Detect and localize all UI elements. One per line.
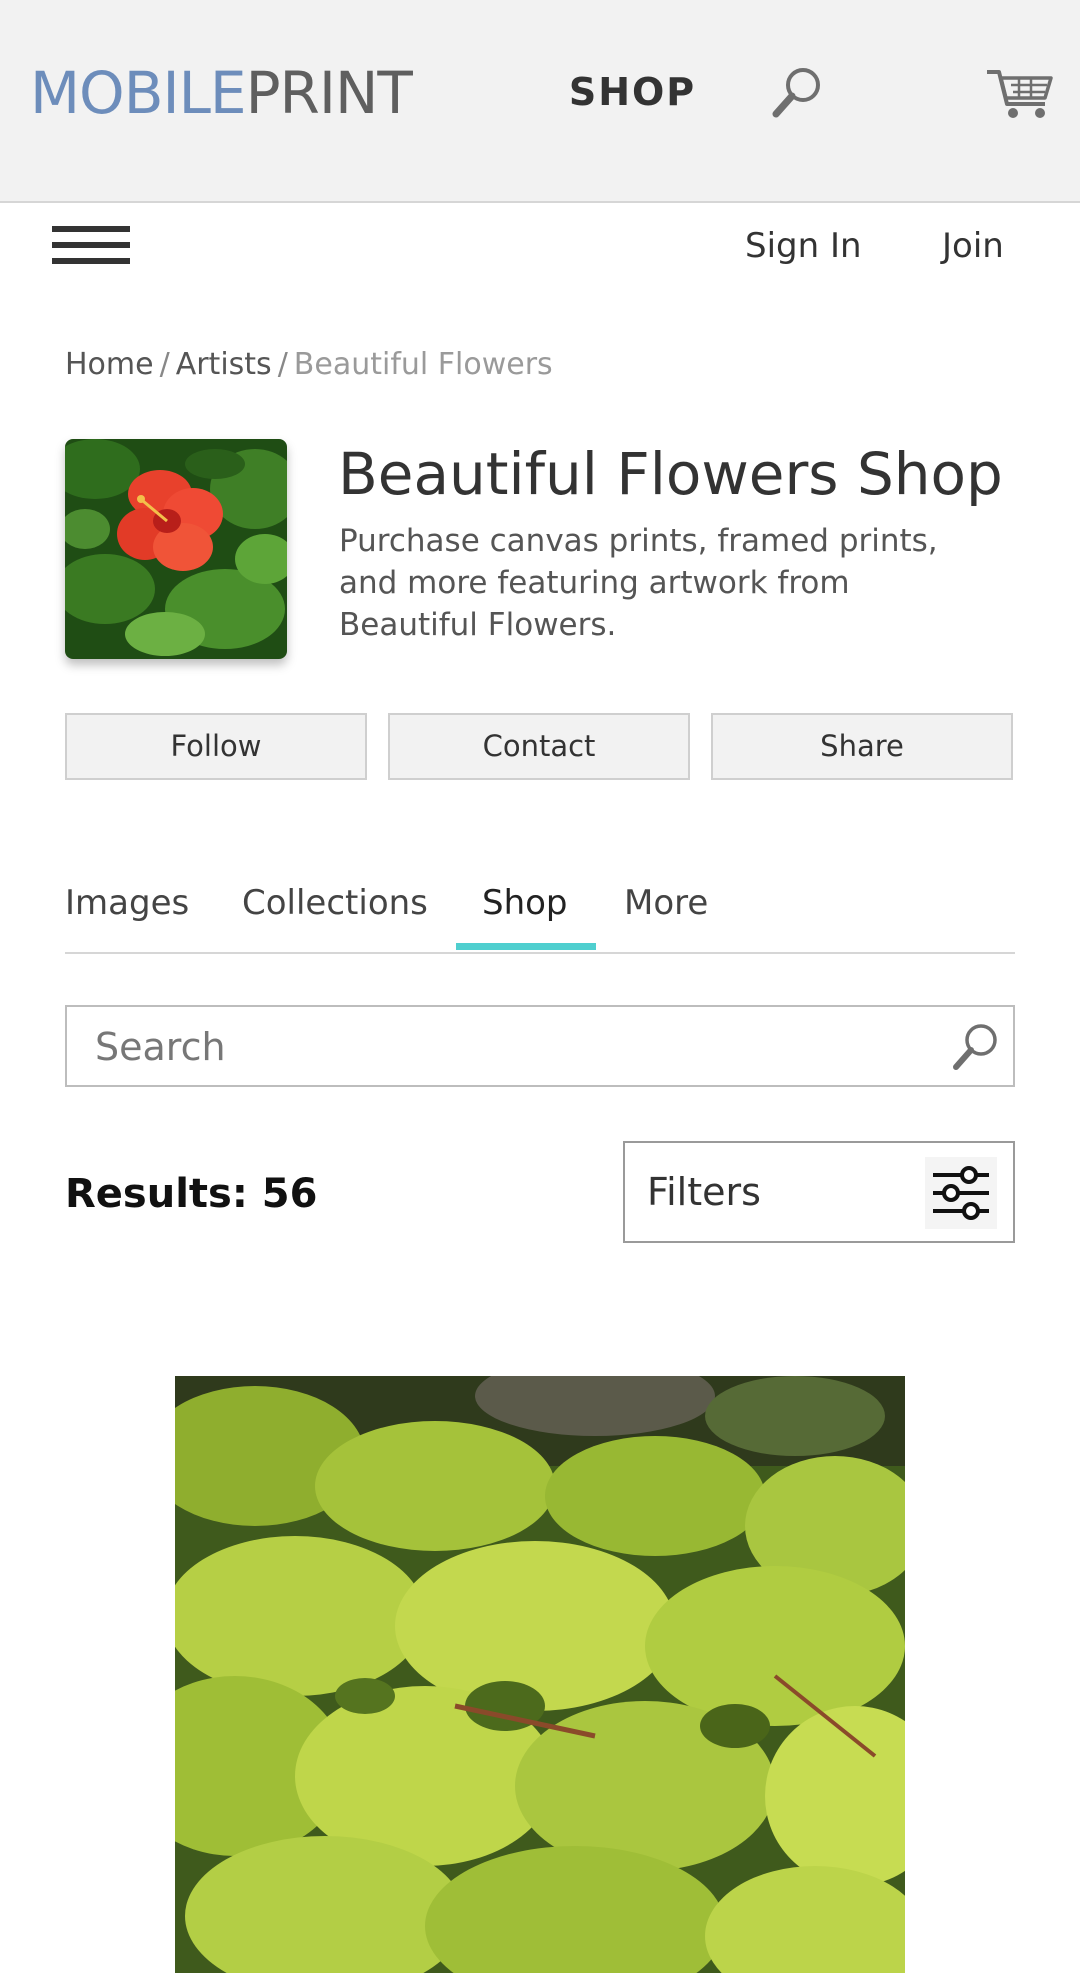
breadcrumb-home[interactable]: Home bbox=[65, 347, 154, 382]
breadcrumb-separator: / bbox=[159, 347, 170, 382]
join-link[interactable]: Join bbox=[942, 223, 1004, 269]
search-icon[interactable] bbox=[949, 1019, 1003, 1073]
breadcrumb-artists[interactable]: Artists bbox=[176, 347, 272, 382]
follow-button[interactable]: Follow bbox=[65, 713, 367, 780]
sign-in-link[interactable]: Sign In bbox=[745, 223, 862, 269]
sliders-icon bbox=[925, 1157, 997, 1229]
search-input[interactable] bbox=[93, 1015, 917, 1079]
top-header: MOBILEPRINT SHOP bbox=[0, 0, 1080, 203]
breadcrumb-separator: / bbox=[277, 347, 288, 382]
shop-nav-link[interactable]: SHOP bbox=[540, 66, 725, 118]
tab-images[interactable]: Images bbox=[65, 880, 189, 926]
breadcrumb: Home / Artists / Beautiful Flowers bbox=[65, 345, 553, 385]
product-thumbnail[interactable] bbox=[175, 1376, 905, 1973]
tab-more[interactable]: More bbox=[624, 880, 708, 926]
shop-avatar-image bbox=[65, 439, 287, 659]
search-box bbox=[65, 1005, 1015, 1087]
shop-title: Beautiful Flowers Shop bbox=[338, 440, 1003, 508]
logo-text-mobile: MOBILE bbox=[30, 59, 247, 127]
site-logo[interactable]: MOBILEPRINT bbox=[30, 55, 420, 131]
tab-collections[interactable]: Collections bbox=[242, 880, 428, 926]
breadcrumb-current: Beautiful Flowers bbox=[293, 347, 553, 382]
cart-icon[interactable] bbox=[985, 62, 1055, 122]
results-count: Results: 56 bbox=[65, 1171, 318, 1217]
share-button[interactable]: Share bbox=[711, 713, 1013, 780]
shop-description: Purchase canvas prints, framed prints, a… bbox=[339, 523, 938, 643]
contact-button[interactable]: Contact bbox=[388, 713, 690, 780]
active-tab-indicator bbox=[456, 943, 596, 950]
tab-shop[interactable]: Shop bbox=[482, 880, 568, 926]
logo-text-print: PRINT bbox=[245, 59, 413, 127]
search-icon[interactable] bbox=[768, 62, 828, 122]
tab-bar: Images Collections Shop More bbox=[65, 860, 1015, 954]
filters-label: Filters bbox=[647, 1170, 761, 1214]
hamburger-menu-icon[interactable] bbox=[52, 224, 132, 268]
filters-button[interactable]: Filters bbox=[623, 1141, 1015, 1243]
hibiscus-flower-photo bbox=[65, 439, 287, 659]
maple-leaves-photo bbox=[175, 1376, 905, 1973]
